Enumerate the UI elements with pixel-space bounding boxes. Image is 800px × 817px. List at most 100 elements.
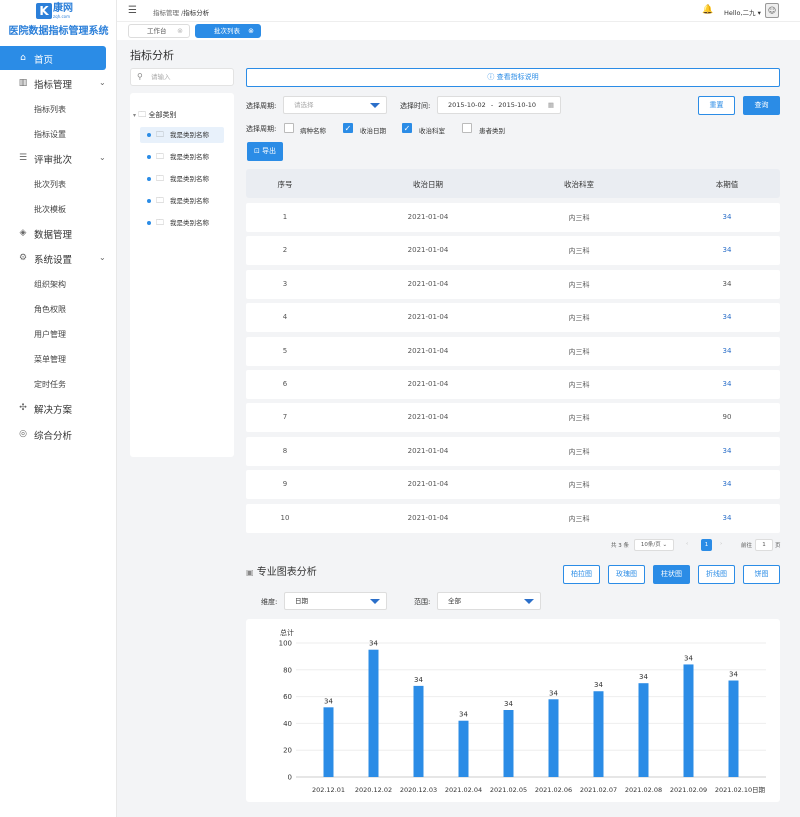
prev-page-button[interactable]: ‹ <box>686 541 688 547</box>
list-icon: ☰ <box>18 153 28 163</box>
tree-item-label: 我是类别名称 <box>170 197 209 205</box>
tree-item[interactable]: 🗀 我是类别名称 <box>140 127 224 143</box>
sidebar-item-data-management[interactable]: ◈ 数据管理 <box>0 221 117 245</box>
menu-toggle-icon[interactable]: ☰ <box>128 5 137 16</box>
table-cell: 1 <box>282 213 288 221</box>
tab-batch-list[interactable]: 批次列表 ⊗ <box>195 24 261 38</box>
tree-root[interactable]: ▾ 🗀 全部类别 <box>133 109 176 123</box>
category-search[interactable]: ⚲ <box>130 68 234 86</box>
table-cell[interactable]: 34 <box>682 480 772 488</box>
reset-button[interactable]: 重置 <box>698 96 735 115</box>
rose-chart-button[interactable]: 玫瑰图 <box>608 565 645 584</box>
table-cell: 2021-01-04 <box>407 213 449 221</box>
page-number-current[interactable]: 1 <box>701 539 712 551</box>
cube-icon: ◈ <box>19 228 27 238</box>
sidebar-item-indicator-management[interactable]: ▥ 指标管理 ⌄ <box>0 71 117 95</box>
next-page-button[interactable]: › <box>720 541 722 547</box>
line-chart-button[interactable]: 折线图 <box>698 565 735 584</box>
table-row[interactable]: 7 2021-01-04 内三科 90 <box>246 403 780 433</box>
dimension-select[interactable]: 日期 <box>284 592 387 610</box>
gear-icon: ⚙ <box>18 253 28 263</box>
pie-chart-button[interactable]: 饼图 <box>743 565 780 584</box>
sidebar-subitem-users[interactable]: 用户管理 <box>34 329 66 340</box>
search-icon: ⚲ <box>137 72 143 81</box>
view-indicator-explanation-button[interactable]: ⓘ 查看指标说明 <box>246 68 780 87</box>
caret-down-icon[interactable]: ▾ <box>133 112 136 119</box>
column-header[interactable]: 收治日期 <box>353 179 503 190</box>
date-range-picker[interactable]: 2015-10-02 - 2015-10-10 ▦ <box>437 96 561 114</box>
goto-input[interactable]: 1 <box>755 539 773 551</box>
sidebar-subitem-org[interactable]: 组织架构 <box>34 279 66 290</box>
sidebar-subitem-scheduled-tasks[interactable]: 定时任务 <box>34 379 66 390</box>
tree-item[interactable]: 🗀 我是类别名称 <box>140 193 224 209</box>
caret-down-icon <box>524 599 534 604</box>
table-cell[interactable]: 34 <box>682 313 772 321</box>
table-cell[interactable]: 34 <box>682 347 772 355</box>
sidebar-item-analysis[interactable]: ◎ 综合分析 <box>0 422 117 446</box>
tab-workbench[interactable]: 工作台 ⊗ <box>128 24 190 38</box>
user-menu[interactable]: Hello,二九 ▾ <box>724 7 761 17</box>
checkbox-disease[interactable] <box>284 123 294 133</box>
sidebar-subitem-batch-list[interactable]: 批次列表 <box>34 179 66 190</box>
home-icon: ⌂ <box>20 53 26 63</box>
table-row[interactable]: 6 2021-01-04 内三科 34 <box>246 370 780 399</box>
tree-item[interactable]: 🗀 我是类别名称 <box>140 149 224 165</box>
sidebar-item-review-batch[interactable]: ☰ 评审批次 ⌄ <box>0 146 117 170</box>
checkbox-patient-type[interactable] <box>462 123 472 133</box>
sidebar-subitem-roles[interactable]: 角色权限 <box>34 304 66 315</box>
table-cell: 2021-01-04 <box>407 246 449 255</box>
checkbox-admit-date[interactable]: ✓ <box>343 123 353 133</box>
tab-label: 批次列表 <box>214 27 240 35</box>
search-input[interactable] <box>151 71 231 83</box>
column-header[interactable]: 收治科室 <box>504 179 654 190</box>
table-row[interactable]: 9 2021-01-04 内三科 34 <box>246 470 780 500</box>
checkbox-admit-dept[interactable]: ✓ <box>402 123 412 133</box>
close-icon[interactable]: ⊗ <box>177 25 183 37</box>
table-row[interactable]: 1 2021-01-04 内三科 34 <box>246 203 780 232</box>
table-cell[interactable]: 34 <box>682 213 772 221</box>
table-row[interactable]: 8 2021-01-04 内三科 34 <box>246 436 780 466</box>
sidebar-subitem-indicator-settings[interactable]: 指标设置 <box>34 129 66 140</box>
bar-value-label: 34 <box>414 676 423 684</box>
avatar[interactable]: ☺ <box>765 3 779 18</box>
sidebar-subitem-menus[interactable]: 菜单管理 <box>34 354 66 365</box>
tree-item[interactable]: 🗀 我是类别名称 <box>140 215 224 231</box>
sidebar-subitem-batch-template[interactable]: 批次模板 <box>34 204 66 215</box>
tree-dot <box>147 177 151 181</box>
table-row[interactable]: 3 2021-01-04 内三科 34 <box>246 269 780 299</box>
period-select[interactable]: 请选择 <box>283 96 387 114</box>
table-cell[interactable]: 34 <box>682 514 772 522</box>
bar <box>593 691 604 777</box>
export-button[interactable]: ⊡ 导出 <box>247 142 283 161</box>
table-cell[interactable]: 34 <box>682 246 772 254</box>
period-label: 选择周期: <box>246 102 277 110</box>
table-row[interactable]: 4 2021-01-04 内三科 34 <box>246 303 780 333</box>
bar-chart-button[interactable]: 柱状图 <box>653 565 690 584</box>
column-header[interactable]: 序号 <box>246 179 324 190</box>
range-select[interactable]: 全部 <box>437 592 541 610</box>
sidebar-item-solutions[interactable]: ✣ 解决方案 <box>0 396 117 420</box>
dimension-label: 选择周期: <box>246 125 277 133</box>
folder-icon: 🗀 <box>156 218 164 227</box>
sidebar-item-label: 系统设置 <box>34 255 73 266</box>
category-tree-panel <box>130 93 234 457</box>
close-icon[interactable]: ⊗ <box>248 25 254 37</box>
tree-item[interactable]: 🗀 我是类别名称 <box>140 171 224 187</box>
pareto-chart-button[interactable]: 柏拉图 <box>563 565 600 584</box>
table-row[interactable]: 2 2021-01-04 内三科 34 <box>246 236 780 266</box>
column-header[interactable]: 本期值 <box>682 179 772 190</box>
table-cell[interactable]: 34 <box>682 380 772 388</box>
table-row[interactable]: 5 2021-01-04 内三科 34 <box>246 336 780 366</box>
page-size-select[interactable]: 10条/页 ⌄ <box>634 539 674 551</box>
table-cell: 内三科 <box>568 247 590 256</box>
sidebar-item-home[interactable]: ⌂ 首页 <box>0 46 106 70</box>
sidebar-item-system-settings[interactable]: ⚙ 系统设置 ⌄ <box>0 246 117 270</box>
table-cell[interactable]: 34 <box>682 447 772 455</box>
table-row[interactable]: 10 2021-01-04 内三科 34 <box>246 503 780 533</box>
query-button[interactable]: 查询 <box>743 96 780 115</box>
breadcrumb-parent[interactable]: 指标管理 <box>153 9 179 17</box>
chart-icon: ▥ <box>18 78 28 88</box>
sidebar-subitem-indicator-list[interactable]: 指标列表 <box>34 104 66 115</box>
notification-bell-icon[interactable]: 🔔 <box>702 5 713 15</box>
time-label: 选择时间: <box>400 102 431 110</box>
